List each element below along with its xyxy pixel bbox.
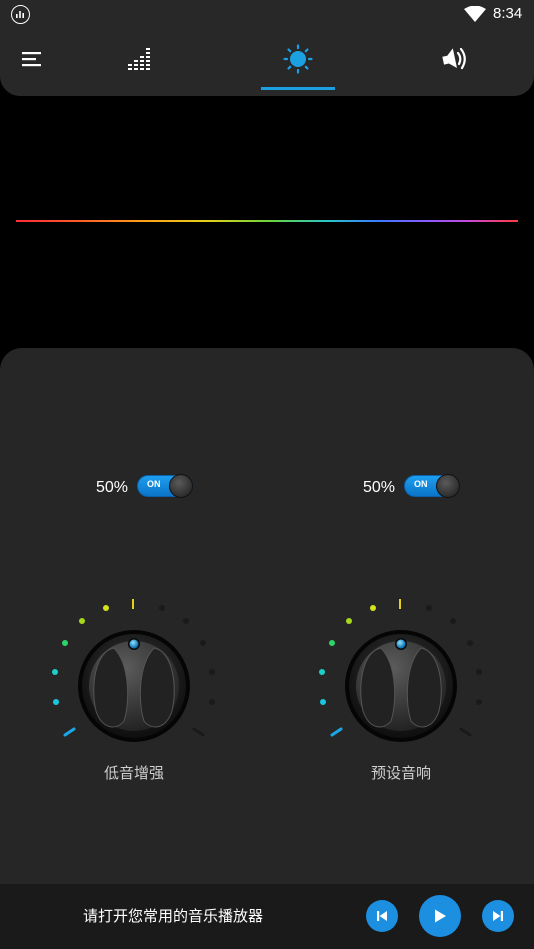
toggle-on-label: ON (414, 479, 428, 489)
knob-indicator-led (396, 639, 406, 649)
player-prompt[interactable]: 请打开您常用的音乐播放器 (83, 905, 263, 926)
status-time: 8:34 (493, 5, 523, 22)
toggle-thumb (169, 474, 193, 498)
wifi-icon (464, 6, 486, 22)
skip-previous-icon (377, 911, 387, 921)
top-nav (0, 28, 534, 96)
play-button[interactable] (419, 895, 461, 937)
bass-boost-knob[interactable] (44, 593, 224, 773)
status-bar: 8:34 (0, 0, 534, 28)
bass-boost-percent: 50% (96, 479, 129, 496)
tab-equalizer[interactable] (110, 28, 170, 90)
bass-boost-toggle[interactable]: ON (137, 474, 193, 498)
menu-icon (22, 52, 41, 67)
audio-visualizer-line (16, 220, 518, 222)
knob-indicator-led (129, 639, 139, 649)
speaker-volume-icon (442, 47, 466, 70)
previous-button[interactable] (366, 900, 398, 932)
equalizer-app-icon (11, 5, 30, 24)
preset-reverb-label: 预设音响 (370, 764, 431, 782)
preset-reverb-percent: 50% (363, 479, 396, 496)
player-bar: 请打开您常用的音乐播放器 (0, 884, 534, 949)
tab-selected-indicator (261, 87, 335, 90)
sun-effect-icon (283, 44, 313, 74)
next-button[interactable] (482, 900, 514, 932)
tab-effect[interactable] (261, 28, 335, 90)
toggle-on-label: ON (147, 479, 161, 489)
preset-reverb-toggle[interactable]: ON (404, 474, 460, 498)
effect-panel: 50% ON 50% ON 低音增强 预设音响 (0, 348, 534, 888)
toggle-thumb (436, 474, 460, 498)
bass-boost-label: 低音增强 (103, 764, 164, 782)
skip-next-icon (493, 911, 503, 921)
tab-volume[interactable] (425, 28, 485, 90)
preset-reverb-knob[interactable] (311, 593, 491, 773)
menu-button[interactable] (12, 28, 52, 90)
play-icon (435, 909, 446, 923)
equalizer-bars-icon (128, 48, 150, 70)
